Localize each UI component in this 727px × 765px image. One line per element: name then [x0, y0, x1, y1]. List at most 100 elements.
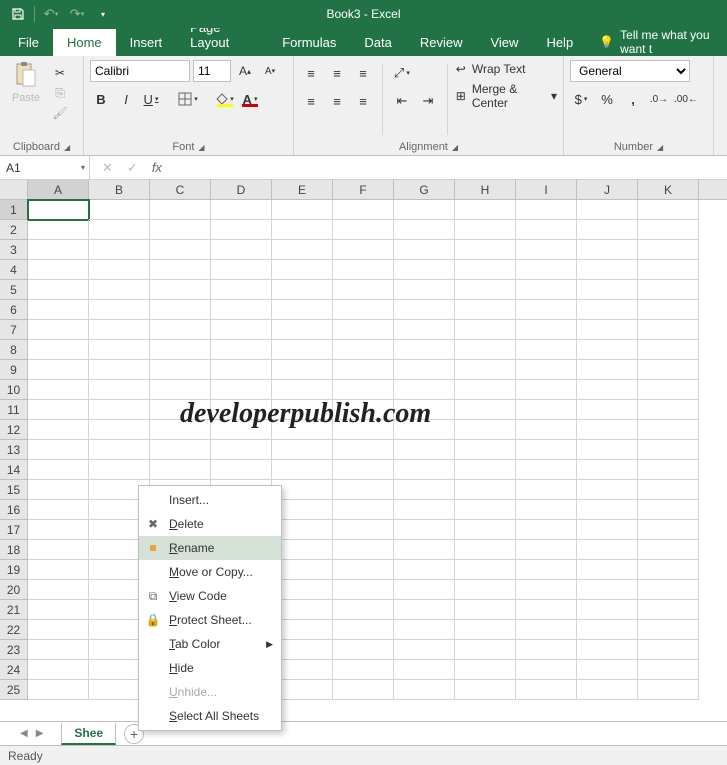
- cell-E3[interactable]: [272, 240, 333, 260]
- cell-C3[interactable]: [150, 240, 211, 260]
- decrease-decimal-icon[interactable]: .00←: [674, 88, 698, 110]
- cell-D8[interactable]: [211, 340, 272, 360]
- cell-I21[interactable]: [516, 600, 577, 620]
- row-header-6[interactable]: 6: [0, 300, 28, 320]
- tab-home[interactable]: Home: [53, 29, 116, 56]
- cell-G6[interactable]: [394, 300, 455, 320]
- cell-A24[interactable]: [28, 660, 89, 680]
- cell-G14[interactable]: [394, 460, 455, 480]
- cell-J23[interactable]: [577, 640, 638, 660]
- cell-I5[interactable]: [516, 280, 577, 300]
- cell-B13[interactable]: [89, 440, 150, 460]
- cell-F25[interactable]: [333, 680, 394, 700]
- cell-J24[interactable]: [577, 660, 638, 680]
- name-box-dropdown-icon[interactable]: ▾: [81, 163, 85, 172]
- cell-E4[interactable]: [272, 260, 333, 280]
- cell-A1[interactable]: [28, 200, 89, 220]
- cell-C12[interactable]: [150, 420, 211, 440]
- row-header-3[interactable]: 3: [0, 240, 28, 260]
- cell-H2[interactable]: [455, 220, 516, 240]
- menu-rename[interactable]: Rename: [139, 536, 281, 560]
- cell-K21[interactable]: [638, 600, 699, 620]
- col-header-A[interactable]: A: [28, 180, 89, 199]
- cell-G1[interactable]: [394, 200, 455, 220]
- row-header-16[interactable]: 16: [0, 500, 28, 520]
- cell-E13[interactable]: [272, 440, 333, 460]
- cell-A10[interactable]: [28, 380, 89, 400]
- cell-D11[interactable]: [211, 400, 272, 420]
- row-header-8[interactable]: 8: [0, 340, 28, 360]
- cell-H18[interactable]: [455, 540, 516, 560]
- cell-K18[interactable]: [638, 540, 699, 560]
- paste-button[interactable]: Paste: [6, 60, 46, 139]
- cell-B9[interactable]: [89, 360, 150, 380]
- cell-E8[interactable]: [272, 340, 333, 360]
- cell-I4[interactable]: [516, 260, 577, 280]
- cell-G21[interactable]: [394, 600, 455, 620]
- cell-H23[interactable]: [455, 640, 516, 660]
- wrap-text-button[interactable]: Wrap Text: [472, 62, 526, 76]
- row-header-23[interactable]: 23: [0, 640, 28, 660]
- cell-B11[interactable]: [89, 400, 150, 420]
- cell-A5[interactable]: [28, 280, 89, 300]
- cell-H1[interactable]: [455, 200, 516, 220]
- cell-D13[interactable]: [211, 440, 272, 460]
- cell-H25[interactable]: [455, 680, 516, 700]
- cell-H19[interactable]: [455, 560, 516, 580]
- cell-G2[interactable]: [394, 220, 455, 240]
- cell-F19[interactable]: [333, 560, 394, 580]
- col-header-B[interactable]: B: [89, 180, 150, 199]
- fx-icon[interactable]: fx: [152, 160, 162, 175]
- row-header-13[interactable]: 13: [0, 440, 28, 460]
- cell-H20[interactable]: [455, 580, 516, 600]
- name-box[interactable]: A1 ▾: [0, 156, 90, 179]
- cell-C4[interactable]: [150, 260, 211, 280]
- cell-A2[interactable]: [28, 220, 89, 240]
- cell-K16[interactable]: [638, 500, 699, 520]
- cell-B2[interactable]: [89, 220, 150, 240]
- cell-J20[interactable]: [577, 580, 638, 600]
- cell-B12[interactable]: [89, 420, 150, 440]
- menu-select-all-sheets[interactable]: Select All Sheets: [139, 704, 281, 728]
- cell-I11[interactable]: [516, 400, 577, 420]
- cell-F23[interactable]: [333, 640, 394, 660]
- cell-F7[interactable]: [333, 320, 394, 340]
- cell-E9[interactable]: [272, 360, 333, 380]
- cell-E14[interactable]: [272, 460, 333, 480]
- cell-F11[interactable]: [333, 400, 394, 420]
- cell-I24[interactable]: [516, 660, 577, 680]
- cell-J9[interactable]: [577, 360, 638, 380]
- cell-I2[interactable]: [516, 220, 577, 240]
- cell-A16[interactable]: [28, 500, 89, 520]
- cell-G24[interactable]: [394, 660, 455, 680]
- cell-F5[interactable]: [333, 280, 394, 300]
- cell-G20[interactable]: [394, 580, 455, 600]
- cell-K10[interactable]: [638, 380, 699, 400]
- cell-K25[interactable]: [638, 680, 699, 700]
- row-header-25[interactable]: 25: [0, 680, 28, 700]
- cell-B3[interactable]: [89, 240, 150, 260]
- cell-E11[interactable]: [272, 400, 333, 420]
- align-middle-icon[interactable]: ≡: [326, 62, 348, 84]
- cell-F2[interactable]: [333, 220, 394, 240]
- cell-E7[interactable]: [272, 320, 333, 340]
- tab-data[interactable]: Data: [350, 29, 405, 56]
- tell-me[interactable]: 💡 Tell me what you want t: [599, 28, 727, 56]
- cell-K1[interactable]: [638, 200, 699, 220]
- cell-C7[interactable]: [150, 320, 211, 340]
- col-header-G[interactable]: G: [394, 180, 455, 199]
- cell-F13[interactable]: [333, 440, 394, 460]
- cell-C14[interactable]: [150, 460, 211, 480]
- cell-A18[interactable]: [28, 540, 89, 560]
- tab-help[interactable]: Help: [532, 29, 587, 56]
- cell-G3[interactable]: [394, 240, 455, 260]
- col-header-F[interactable]: F: [333, 180, 394, 199]
- cell-K12[interactable]: [638, 420, 699, 440]
- decrease-indent-icon[interactable]: ⇤: [391, 90, 413, 112]
- cell-G12[interactable]: [394, 420, 455, 440]
- cell-D1[interactable]: [211, 200, 272, 220]
- cell-F24[interactable]: [333, 660, 394, 680]
- tab-review[interactable]: Review: [406, 29, 477, 56]
- cell-D4[interactable]: [211, 260, 272, 280]
- cell-K13[interactable]: [638, 440, 699, 460]
